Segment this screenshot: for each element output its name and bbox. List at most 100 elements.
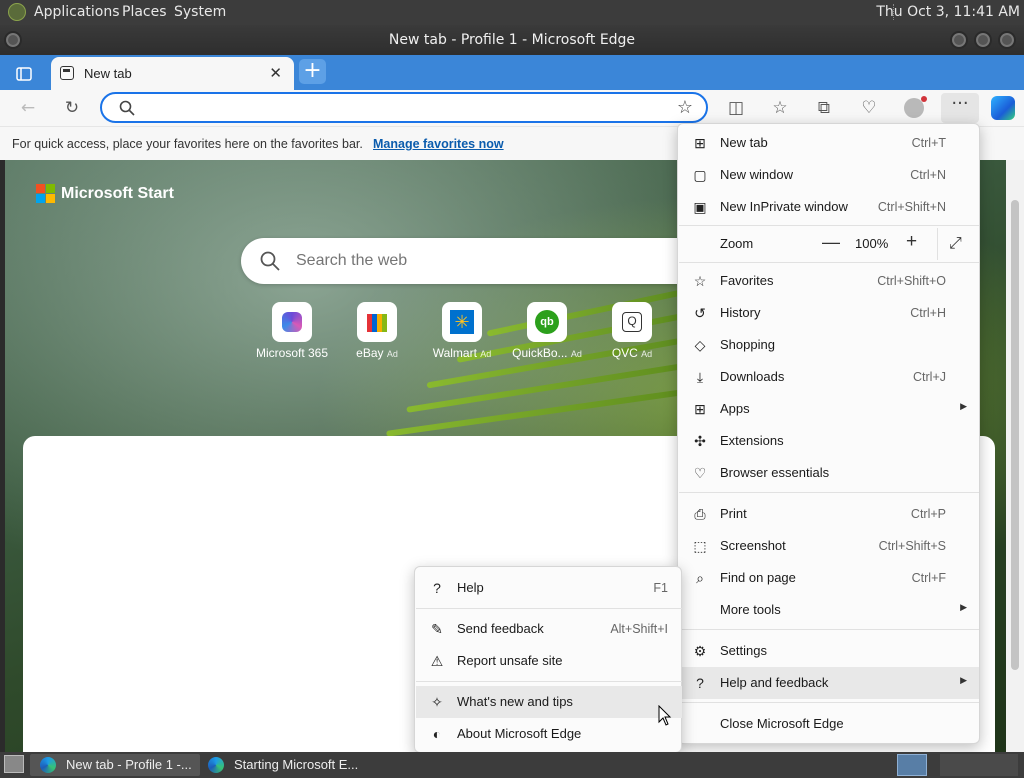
profile-avatar[interactable] <box>904 96 927 118</box>
menu-applications[interactable]: Applications <box>34 4 120 20</box>
workspace-switcher[interactable] <box>897 754 927 776</box>
minimize-button[interactable] <box>950 31 968 49</box>
menu-item-label: About Microsoft Edge <box>457 726 582 741</box>
menu-separator <box>679 262 979 263</box>
menu-separator <box>679 225 979 226</box>
browser-essentials-icon[interactable]: ♡ <box>858 98 880 118</box>
menu-item-favorites[interactable]: ☆ Favorites Ctrl+Shift+O <box>679 265 979 297</box>
copilot-icon[interactable] <box>991 96 1015 120</box>
close-tab-icon[interactable]: ✕ <box>269 64 282 82</box>
menu-item-shopping[interactable]: ◇ Shopping <box>679 329 979 361</box>
window-menu-button[interactable] <box>4 31 22 49</box>
walmart-icon: ✳ <box>442 302 482 342</box>
taskbar-task-edge-new-tab[interactable]: New tab - Profile 1 -... <box>30 754 200 776</box>
fullscreen-icon[interactable]: ⤢ <box>949 235 962 253</box>
taskbar-task-edge-starting[interactable]: Starting Microsoft E... <box>198 754 368 776</box>
submenu-item-whats-new[interactable]: ✧ What's new and tips <box>416 686 682 718</box>
submenu-item-report-unsafe-site[interactable]: ⚠ Report unsafe site <box>416 645 682 677</box>
menu-item-shortcut: Ctrl+F <box>911 571 946 585</box>
collections-icon[interactable]: ⧉ <box>813 98 835 118</box>
show-desktop-icon[interactable] <box>4 755 24 773</box>
quick-link-walmart[interactable]: ✳ Walmart Ad <box>417 302 507 360</box>
favorites-bar-hint: For quick access, place your favorites h… <box>12 137 363 151</box>
gnome-foot-icon[interactable] <box>8 3 26 21</box>
quick-link-ebay[interactable]: eBay Ad <box>332 302 422 360</box>
menu-item-history[interactable]: ↺ History Ctrl+H <box>679 297 979 329</box>
refresh-icon[interactable]: ↻ <box>61 98 83 118</box>
menu-item-shortcut: Ctrl+Shift+O <box>877 274 946 288</box>
back-icon[interactable]: ← <box>17 98 39 118</box>
web-search-input[interactable] <box>296 250 676 272</box>
maximize-button[interactable] <box>974 31 992 49</box>
address-bar[interactable]: ☆ <box>100 92 708 123</box>
menu-item-new-window[interactable]: ▢ New window Ctrl+N <box>679 159 979 191</box>
menu-item-print[interactable]: ⎙ Print Ctrl+P <box>679 498 979 530</box>
menu-item-label: New tab <box>720 135 768 150</box>
menu-item-find-on-page[interactable]: ⌕ Find on page Ctrl+F <box>679 562 979 594</box>
menu-places[interactable]: Places <box>122 4 167 20</box>
quick-link-quickbooks[interactable]: qb QuickBo... Ad <box>502 302 592 360</box>
close-window-button[interactable] <box>998 31 1016 49</box>
menu-separator <box>679 702 979 703</box>
menu-item-browser-essentials[interactable]: ♡ Browser essentials <box>679 457 979 489</box>
menu-item-shortcut: Ctrl+Shift+N <box>877 200 946 214</box>
tab-actions-button[interactable] <box>8 61 40 87</box>
workspace-switcher-empty[interactable] <box>940 754 1018 776</box>
web-search-box[interactable] <box>241 238 721 284</box>
heart-pulse-icon: ♡ <box>693 465 707 481</box>
feedback-icon: ✎ <box>431 621 443 637</box>
manage-favorites-link[interactable]: Manage favorites now <box>373 137 504 151</box>
split-screen-icon[interactable]: ◫ <box>725 98 747 118</box>
menu-item-label: Settings <box>720 643 767 658</box>
menu-item-help-and-feedback[interactable]: ? Help and feedback ▶ <box>679 667 979 699</box>
vertical-scrollbar[interactable] <box>1006 160 1024 752</box>
menu-item-close-edge[interactable]: Close Microsoft Edge <box>679 708 979 740</box>
quick-link-label: QVC <box>611 346 638 360</box>
tab-favicon-icon <box>60 66 74 80</box>
menu-item-label: Screenshot <box>720 538 786 553</box>
menu-item-label: Help <box>457 580 484 595</box>
submenu-item-send-feedback[interactable]: ✎ Send feedback Alt+Shift+I <box>416 613 682 645</box>
tab-label: New tab <box>84 66 132 81</box>
menu-item-shortcut: Alt+Shift+I <box>610 622 668 636</box>
apps-icon: ⊞ <box>694 401 706 417</box>
tab-new-tab[interactable]: New tab ✕ <box>51 57 294 90</box>
qvc-icon: Q <box>612 302 652 342</box>
help-icon: ? <box>433 580 441 596</box>
edge-logo-icon: ◐ <box>432 726 442 742</box>
menu-item-screenshot[interactable]: ⬚ Screenshot Ctrl+Shift+S <box>679 530 979 562</box>
new-tab-button[interactable]: + <box>299 59 326 84</box>
menu-item-shortcut: Ctrl+T <box>911 136 946 150</box>
submenu-item-help[interactable]: ? Help F1 <box>416 572 682 604</box>
favorites-icon[interactable]: ☆ <box>769 98 791 118</box>
submenu-item-about-edge[interactable]: ◐ About Microsoft Edge <box>416 718 682 750</box>
zoom-out-button[interactable]: — <box>822 232 840 253</box>
chevron-right-icon: ▶ <box>960 602 967 612</box>
menu-item-label: What's new and tips <box>457 694 573 709</box>
microsoft-365-icon <box>272 302 312 342</box>
help-and-feedback-submenu: ? Help F1 ✎ Send feedback Alt+Shift+I ⚠ … <box>414 566 682 753</box>
menu-item-apps[interactable]: ⊞ Apps ▶ <box>679 393 979 425</box>
clock[interactable]: Thu Oct 3, 11:41 AM <box>876 4 1020 20</box>
scrollbar-thumb[interactable] <box>1011 200 1019 670</box>
tab-actions-icon <box>16 67 32 81</box>
menu-item-more-tools[interactable]: More tools ▶ <box>679 594 979 626</box>
settings-and-more-button[interactable]: ··· <box>941 93 979 123</box>
menu-item-extensions[interactable]: ✣ Extensions <box>679 425 979 457</box>
menu-item-new-tab[interactable]: ⊞ New tab Ctrl+T <box>679 127 979 159</box>
address-input[interactable] <box>147 98 647 118</box>
menu-item-new-inprivate-window[interactable]: ▣ New InPrivate window Ctrl+Shift+N <box>679 191 979 223</box>
chevron-right-icon: ▶ <box>960 401 967 411</box>
menu-item-label: New window <box>720 167 793 182</box>
menu-item-label: Send feedback <box>457 621 544 636</box>
menu-system[interactable]: System <box>174 4 226 20</box>
quick-link-microsoft-365[interactable]: Microsoft 365 <box>247 302 337 360</box>
menu-item-label: Apps <box>720 401 750 416</box>
zoom-in-button[interactable]: + <box>906 231 917 253</box>
add-favorite-star-icon[interactable]: ☆ <box>677 97 693 118</box>
menu-item-settings[interactable]: ⚙ Settings <box>679 635 979 667</box>
menu-item-downloads[interactable]: ⤓ Downloads Ctrl+J <box>679 361 979 393</box>
quick-link-qvc[interactable]: Q QVC Ad <box>587 302 677 360</box>
screenshot-icon: ⬚ <box>693 538 707 554</box>
window-titlebar[interactable]: New tab - Profile 1 - Microsoft Edge <box>0 25 1024 55</box>
